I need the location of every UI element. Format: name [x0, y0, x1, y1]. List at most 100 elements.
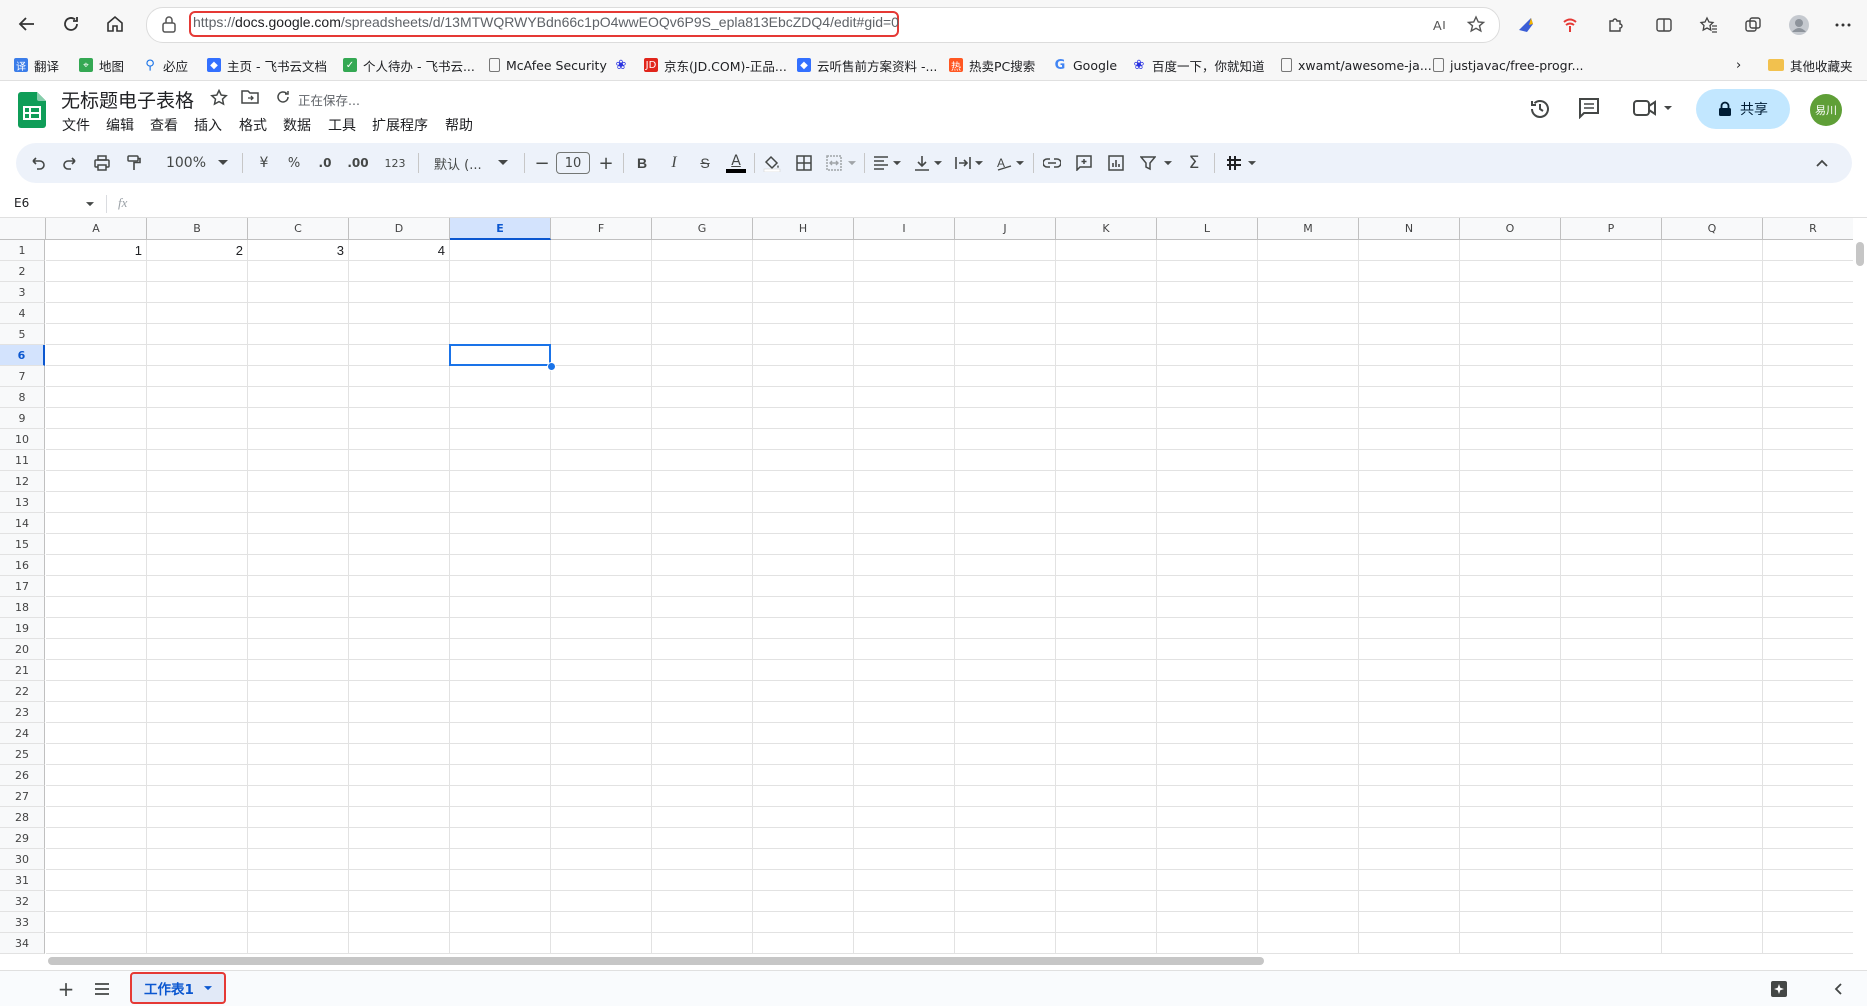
add-sheet-button[interactable]: +	[54, 977, 78, 1001]
side-panel-toggle[interactable]	[1826, 977, 1850, 1001]
font-family-select[interactable]: 默认 (...	[426, 143, 520, 183]
home-button[interactable]	[100, 10, 130, 38]
text-wrapping-button[interactable]	[950, 143, 988, 183]
row-header-22[interactable]: 22	[0, 681, 45, 702]
row-header-4[interactable]: 4	[0, 303, 45, 324]
increase-font-size-button[interactable]: +	[594, 143, 618, 183]
column-header-n[interactable]: N	[1359, 218, 1460, 240]
fill-handle[interactable]	[547, 362, 556, 371]
share-button[interactable]: 共享	[1696, 89, 1790, 129]
row-header-25[interactable]: 25	[0, 744, 45, 765]
extension-red-icon[interactable]	[1557, 12, 1583, 38]
horizontal-scrollbar[interactable]	[46, 954, 1853, 968]
cell-a1[interactable]: 1	[46, 240, 146, 261]
row-header-8[interactable]: 8	[0, 387, 45, 408]
other-bookmarks-folder[interactable]: 其他收藏夹	[1768, 56, 1853, 74]
name-box[interactable]: E6	[14, 196, 29, 210]
undo-button[interactable]	[24, 143, 52, 183]
redo-button[interactable]	[56, 143, 84, 183]
move-folder-icon[interactable]	[241, 89, 259, 109]
split-screen-icon[interactable]	[1651, 12, 1677, 38]
comments-icon[interactable]	[1578, 97, 1600, 123]
row-header-14[interactable]: 14	[0, 513, 45, 534]
refresh-button[interactable]	[56, 10, 86, 38]
paint-format-button[interactable]	[120, 143, 148, 183]
meet-button[interactable]	[1632, 97, 1674, 123]
row-header-5[interactable]: 5	[0, 324, 45, 345]
menu-file[interactable]: 文件	[62, 115, 90, 135]
column-header-j[interactable]: J	[955, 218, 1056, 240]
row-header-31[interactable]: 31	[0, 870, 45, 891]
row-header-3[interactable]: 3	[0, 282, 45, 303]
column-header-a[interactable]: A	[46, 218, 147, 240]
fill-color-button[interactable]	[758, 143, 786, 183]
bookmark-item[interactable]: justjavac/free-progr...	[1433, 56, 1584, 74]
formula-input[interactable]	[140, 193, 1840, 215]
row-header-29[interactable]: 29	[0, 828, 45, 849]
menu-edit[interactable]: 编辑	[106, 115, 134, 135]
column-header-i[interactable]: I	[854, 218, 955, 240]
bookmarks-overflow-chevron[interactable]: ›	[1736, 56, 1741, 74]
percent-format-button[interactable]: %	[280, 143, 308, 183]
row-header-12[interactable]: 12	[0, 471, 45, 492]
lock-icon[interactable]	[161, 15, 177, 37]
row-header-1[interactable]: 1	[0, 240, 45, 261]
menu-insert[interactable]: 插入	[194, 115, 222, 135]
column-header-p[interactable]: P	[1561, 218, 1662, 240]
extensions-puzzle-icon[interactable]	[1602, 12, 1628, 38]
print-button[interactable]	[88, 143, 116, 183]
back-button[interactable]	[12, 10, 42, 38]
cell-b1[interactable]: 2	[147, 240, 247, 261]
bookmark-item[interactable]: ⌖ 地图	[79, 56, 124, 74]
collapse-toolbar-button[interactable]	[1808, 143, 1836, 183]
row-header-23[interactable]: 23	[0, 702, 45, 723]
bookmark-item[interactable]: G Google	[1053, 56, 1117, 74]
selected-cell-outline[interactable]	[449, 344, 551, 366]
sheets-logo-icon[interactable]	[18, 92, 46, 128]
row-header-32[interactable]: 32	[0, 891, 45, 912]
column-header-d[interactable]: D	[349, 218, 450, 240]
favorite-star-icon[interactable]	[1463, 12, 1489, 38]
sheet-tab-1[interactable]: 工作表1	[130, 972, 226, 1004]
horizontal-scroll-thumb[interactable]	[48, 957, 1264, 965]
functions-button[interactable]: Σ	[1180, 143, 1208, 183]
decrease-font-size-button[interactable]: −	[530, 143, 554, 183]
filter-button[interactable]	[1136, 143, 1176, 183]
bookmark-item[interactable]: ❀ 百度一下，你就知道	[1132, 56, 1265, 74]
spreadsheet-grid[interactable]: A B C D E F G H I J K L M N O P Q R 1 2 3 4 5 6 7 8 9 10 11 12 13 14 15 1…	[0, 218, 1853, 954]
row-header-21[interactable]: 21	[0, 660, 45, 681]
more-menu-icon[interactable]	[1830, 12, 1856, 38]
vertical-scroll-thumb[interactable]	[1856, 242, 1864, 266]
strikethrough-button[interactable]: S	[691, 143, 719, 183]
row-header-2[interactable]: 2	[0, 261, 45, 282]
row-header-10[interactable]: 10	[0, 429, 45, 450]
account-avatar[interactable]: 易川	[1810, 94, 1842, 126]
all-sheets-button[interactable]	[90, 977, 114, 1001]
row-header-24[interactable]: 24	[0, 723, 45, 744]
bookmark-item[interactable]: ⚲ 必应	[143, 56, 188, 74]
bookmark-item[interactable]: ◆ 云听售前方案资料 -...	[797, 56, 937, 74]
collections-icon[interactable]	[1740, 12, 1766, 38]
insert-link-button[interactable]	[1038, 143, 1066, 183]
menu-data[interactable]: 数据	[283, 115, 311, 135]
insert-comment-button[interactable]	[1070, 143, 1098, 183]
row-header-28[interactable]: 28	[0, 807, 45, 828]
bookmark-item[interactable]: 热热卖PC搜索	[949, 56, 1035, 74]
column-header-f[interactable]: F	[551, 218, 652, 240]
row-header-13[interactable]: 13	[0, 492, 45, 513]
borders-button[interactable]	[790, 143, 818, 183]
zoom-select[interactable]: 100%	[156, 143, 238, 183]
row-header-9[interactable]: 9	[0, 408, 45, 429]
row-header-6[interactable]: 6	[0, 345, 45, 366]
increase-decimal-button[interactable]: .00	[342, 143, 374, 183]
bookmark-item[interactable]: ◆ 主页 - 飞书云文档	[207, 56, 327, 74]
cell-c1[interactable]: 3	[248, 240, 348, 261]
column-header-e[interactable]: E	[450, 218, 551, 240]
select-all-corner[interactable]	[0, 218, 46, 240]
version-history-icon[interactable]	[1528, 97, 1552, 125]
column-header-k[interactable]: K	[1056, 218, 1157, 240]
merge-cells-button[interactable]	[822, 143, 860, 183]
name-box-dropdown-icon[interactable]	[86, 202, 94, 207]
row-header-7[interactable]: 7	[0, 366, 45, 387]
bold-button[interactable]: B	[628, 143, 656, 183]
